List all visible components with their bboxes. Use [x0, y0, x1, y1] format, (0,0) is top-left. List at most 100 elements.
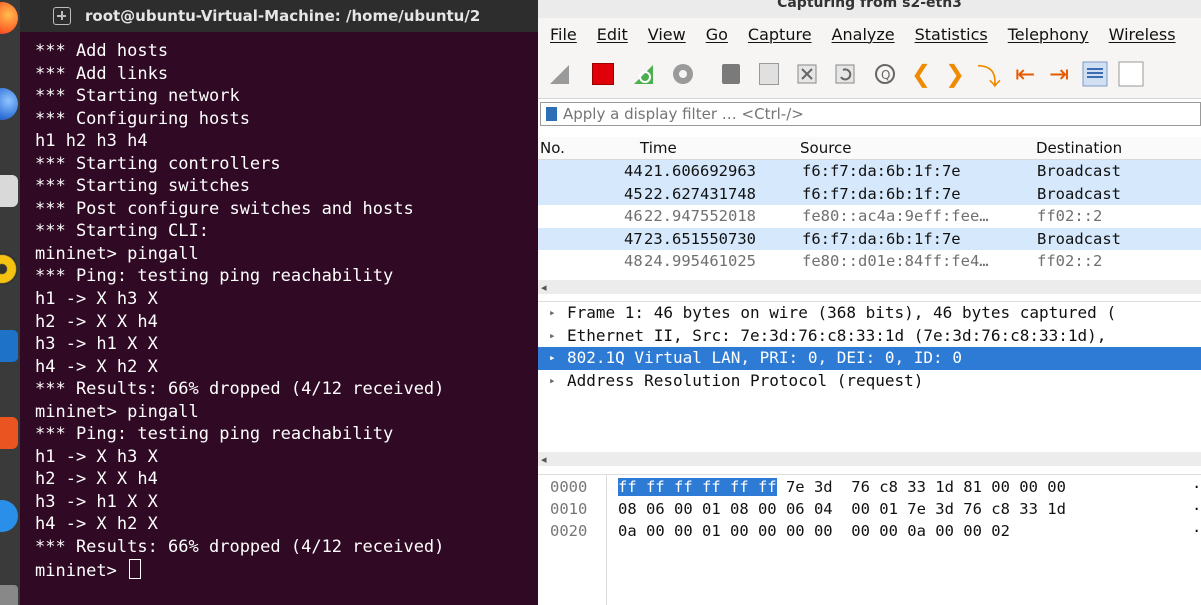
- dock: [0, 0, 20, 605]
- writer-icon[interactable]: [0, 330, 18, 362]
- menu-edit[interactable]: Edit: [585, 25, 636, 44]
- menu-statistics[interactable]: Statistics: [903, 25, 996, 44]
- trash-icon[interactable]: [0, 585, 18, 605]
- help-icon[interactable]: [0, 500, 18, 532]
- packet-row[interactable]: 47 23.651550730 f6:f7:da:6b:1f:7e Broadc…: [538, 227, 1201, 251]
- packet-no: 46: [624, 207, 643, 226]
- go-to-packet-icon[interactable]: ⤵: [976, 61, 1002, 91]
- display-filter-bar[interactable]: [540, 102, 1201, 126]
- terminal-line: *** Starting network: [35, 86, 240, 107]
- go-last-icon[interactable]: ⇥: [1046, 60, 1072, 88]
- terminal-window[interactable]: root@ubuntu-Virtual-Machine: /home/ubunt…: [20, 0, 538, 605]
- scroll-left-icon[interactable]: ◂: [541, 281, 547, 294]
- rhythmbox-icon[interactable]: [0, 253, 18, 285]
- byte-offset: 0020: [550, 522, 588, 540]
- terminal-line: *** Ping: testing ping reachability: [35, 266, 394, 287]
- menu-analyze[interactable]: Analyze: [820, 25, 903, 44]
- packet-source: f6:f7:da:6b:1f:7e: [802, 229, 961, 248]
- terminal-output[interactable]: *** Add hosts *** Add links *** Starting…: [20, 32, 538, 581]
- display-filter-input[interactable]: [561, 104, 1165, 124]
- hex-line[interactable]: 08 06 00 01 08 00 06 04 00 01 7e 3d 76 c…: [618, 500, 1066, 518]
- packet-list[interactable]: No. Time Source Destination 44 21.606692…: [538, 137, 1201, 281]
- terminal-line: h4 -> X h2 X: [35, 514, 158, 535]
- stop-capture-icon[interactable]: [590, 61, 616, 87]
- menu-file[interactable]: File: [538, 25, 585, 44]
- expand-arrow-icon[interactable]: ▸: [549, 306, 556, 319]
- expand-arrow-icon[interactable]: ▸: [549, 351, 556, 364]
- packet-list-header: No. Time Source Destination: [538, 137, 1201, 160]
- details-scrollbar[interactable]: ◂: [538, 452, 1201, 466]
- packet-source: f6:f7:da:6b:1f:7e: [802, 184, 961, 203]
- packet-time: 24.995461025: [644, 252, 756, 271]
- colorize-icon[interactable]: [1118, 61, 1144, 87]
- terminal-line: h1 -> X h3 X: [35, 446, 158, 467]
- menu-bar: File Edit View Go Capture Analyze Statis…: [538, 18, 1201, 50]
- thunderbird-icon[interactable]: [0, 88, 18, 120]
- terminal-prompt: mininet>: [35, 560, 128, 581]
- firefox-icon[interactable]: [0, 2, 18, 34]
- expand-arrow-icon[interactable]: ▸: [549, 329, 556, 342]
- expand-arrow-icon[interactable]: ▸: [549, 374, 556, 387]
- column-no[interactable]: No.: [540, 139, 565, 157]
- terminal-line: h2 -> X X h4: [35, 311, 158, 332]
- packet-details[interactable]: ▸ Frame 1: 46 bytes on wire (368 bits), 4…: [538, 301, 1201, 452]
- scroll-left-icon[interactable]: ◂: [541, 453, 547, 466]
- packet-row[interactable]: 45 22.627431748 f6:f7:da:6b:1f:7e Broadc…: [538, 182, 1201, 206]
- ascii-dump: ·: [1192, 522, 1201, 540]
- hex-rest: 08 06 00 01 08 00 06 04 00 01 7e 3d 76 c…: [618, 500, 1066, 518]
- menu-telephony[interactable]: Telephony: [996, 25, 1097, 44]
- go-first-icon[interactable]: ⇤: [1012, 60, 1038, 88]
- filter-bookmark-icon[interactable]: [546, 107, 557, 121]
- column-time[interactable]: Time: [640, 139, 677, 157]
- packet-row[interactable]: 46 22.947552018 fe80::ac4a:9eff:fee… ff0…: [538, 205, 1201, 228]
- terminal-line: *** Add hosts: [35, 41, 169, 61]
- detail-row-ethernet[interactable]: ▸ Ethernet II, Src: 7e:3d:76:c8:33:1d (7e…: [538, 325, 1201, 348]
- packet-row[interactable]: 44 21.606692963 f6:f7:da:6b:1f:7e Broadc…: [538, 160, 1201, 183]
- hex-line[interactable]: ff ff ff ff ff ff 7e 3d 76 c8 33 1d 81 0…: [618, 478, 1066, 496]
- detail-text: Address Resolution Protocol (request): [567, 370, 924, 390]
- packet-list-scrollbar[interactable]: ◂: [538, 280, 1201, 294]
- new-tab-icon[interactable]: [53, 7, 71, 25]
- autoscroll-icon[interactable]: [1082, 61, 1108, 87]
- hex-line[interactable]: 0a 00 00 01 00 00 00 00 00 00 0a 00 00 0…: [618, 522, 1010, 540]
- ascii-dump: ·: [1192, 500, 1201, 518]
- software-icon[interactable]: [0, 417, 18, 449]
- menu-go[interactable]: Go: [694, 25, 736, 44]
- packet-no: 44: [624, 162, 643, 180]
- hex-rest: 7e 3d 76 c8 33 1d 81 00 00 00: [776, 478, 1066, 496]
- terminal-line: *** Results: 66% dropped (4/12 received): [35, 379, 445, 400]
- detail-row-vlan[interactable]: ▸ 802.1Q Virtual LAN, PRI: 0, DEI: 0, ID:…: [538, 347, 1201, 370]
- detail-text: Frame 1: 46 bytes on wire (368 bits), 46…: [567, 303, 1117, 322]
- terminal-line: h2 -> X X h4: [35, 469, 158, 490]
- column-destination[interactable]: Destination: [1036, 139, 1122, 157]
- wireshark-window[interactable]: Capturing from s2-eth3 File Edit View Go…: [538, 0, 1201, 605]
- capture-options-icon[interactable]: [670, 61, 696, 87]
- packet-destination: ff02::2: [1037, 252, 1103, 271]
- menu-capture[interactable]: Capture: [736, 25, 820, 44]
- save-file-icon[interactable]: [756, 61, 782, 87]
- close-file-icon[interactable]: [794, 61, 820, 87]
- terminal-prompt-line[interactable]: mininet>: [35, 558, 538, 582]
- packet-bytes[interactable]: 0000 ff ff ff ff ff ff 7e 3d 76 c8 33 1d…: [538, 474, 1201, 605]
- packet-destination: Broadcast: [1037, 162, 1121, 180]
- restart-capture-icon[interactable]: [630, 61, 656, 87]
- menu-view[interactable]: View: [636, 25, 694, 44]
- terminal-line: h1 h2 h3 h4: [35, 131, 148, 152]
- packet-destination: ff02::2: [1037, 207, 1103, 226]
- packet-destination: Broadcast: [1037, 184, 1121, 203]
- reload-file-icon[interactable]: [832, 61, 858, 87]
- menu-wireless[interactable]: Wireless: [1097, 25, 1184, 44]
- open-file-icon[interactable]: [718, 61, 744, 87]
- go-back-icon[interactable]: ❮: [908, 60, 934, 88]
- terminal-line: h3 -> h1 X X: [35, 491, 158, 512]
- terminal-line: *** Results: 66% dropped (4/12 received): [35, 537, 445, 558]
- go-forward-icon[interactable]: ❯: [942, 60, 968, 88]
- column-source[interactable]: Source: [800, 139, 852, 157]
- packet-row[interactable]: 48 24.995461025 fe80::d01e:84ff:fe4… ff0…: [538, 250, 1201, 273]
- shark-fin-start-icon[interactable]: [546, 61, 572, 87]
- detail-row-arp[interactable]: ▸ Address Resolution Protocol (request): [538, 370, 1201, 393]
- detail-row-frame[interactable]: ▸ Frame 1: 46 bytes on wire (368 bits), 4…: [538, 302, 1201, 325]
- find-packet-icon[interactable]: Q: [872, 61, 898, 87]
- terminal-cursor: [129, 558, 142, 579]
- files-icon[interactable]: [0, 175, 18, 207]
